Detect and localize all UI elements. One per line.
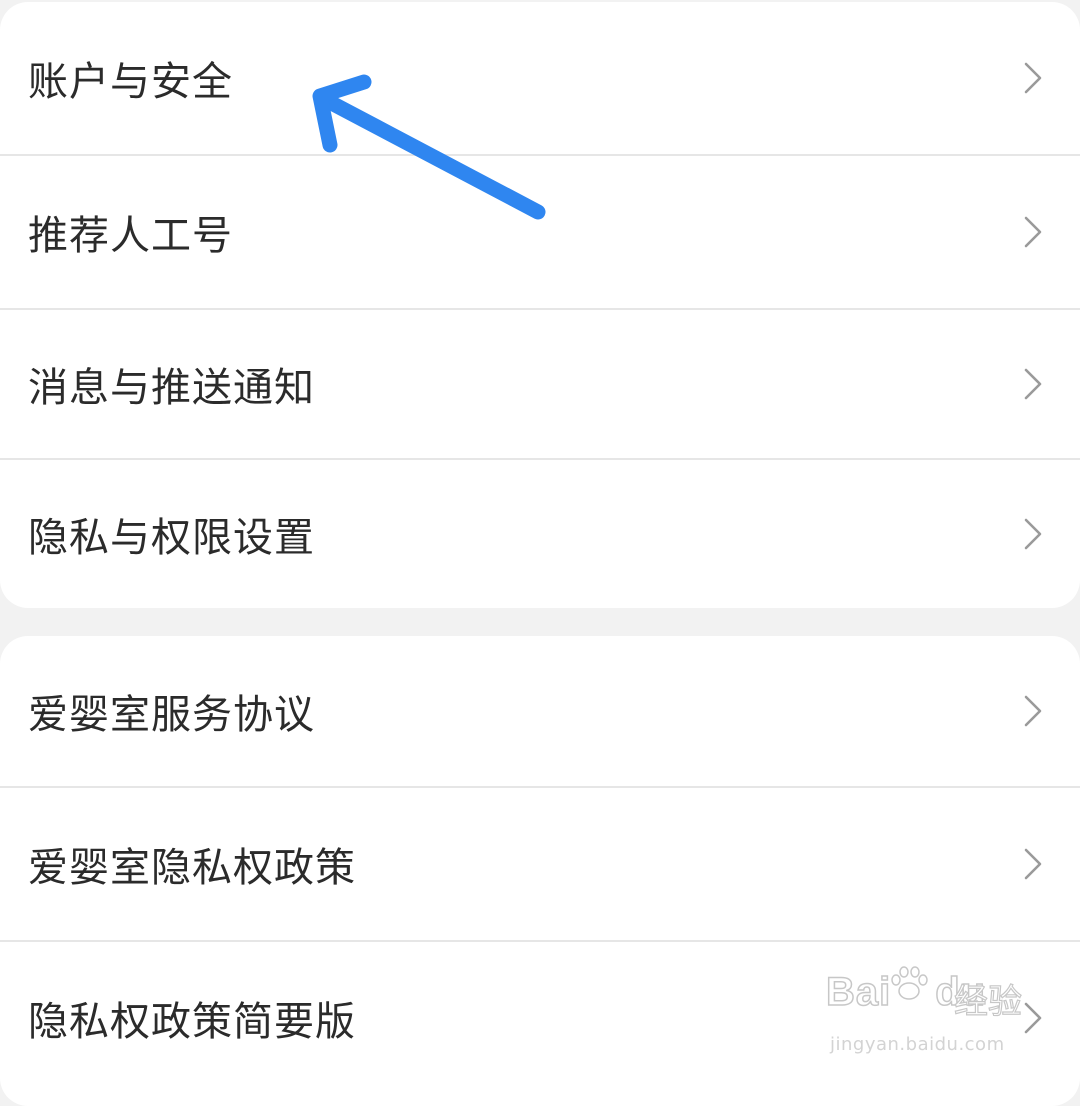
account-security-label: 账户与安全 — [28, 59, 233, 105]
chevron-right-icon — [1024, 368, 1042, 400]
referrer-id-label: 推荐人工号 — [28, 213, 233, 259]
privacy-policy-summary-item[interactable]: 隐私权政策简要版 — [0, 942, 1080, 1094]
privacy-permissions-item[interactable]: 隐私与权限设置 — [0, 460, 1080, 608]
privacy-policy-item[interactable]: 爱婴室隐私权政策 — [0, 788, 1080, 940]
service-agreement-item[interactable]: 爱婴室服务协议 — [0, 636, 1080, 786]
chevron-right-icon — [1024, 518, 1042, 550]
chevron-right-icon — [1024, 695, 1042, 727]
service-agreement-label: 爱婴室服务协议 — [28, 692, 315, 738]
privacy-policy-summary-label: 隐私权政策简要版 — [28, 999, 356, 1045]
privacy-permissions-label: 隐私与权限设置 — [28, 515, 315, 561]
notifications-label: 消息与推送通知 — [28, 365, 315, 411]
account-security-item[interactable]: 账户与安全 — [0, 2, 1080, 154]
chevron-right-icon — [1024, 1002, 1042, 1034]
settings-group-legal: 爱婴室服务协议 爱婴室隐私权政策 隐私权政策简要版 — [0, 636, 1080, 1106]
chevron-right-icon — [1024, 848, 1042, 880]
privacy-policy-label: 爱婴室隐私权政策 — [28, 845, 356, 891]
chevron-right-icon — [1024, 62, 1042, 94]
referrer-id-item[interactable]: 推荐人工号 — [0, 156, 1080, 308]
settings-group-account: 账户与安全 推荐人工号 消息与推送通知 隐私与权限设置 — [0, 2, 1080, 608]
notifications-item[interactable]: 消息与推送通知 — [0, 310, 1080, 458]
chevron-right-icon — [1024, 216, 1042, 248]
